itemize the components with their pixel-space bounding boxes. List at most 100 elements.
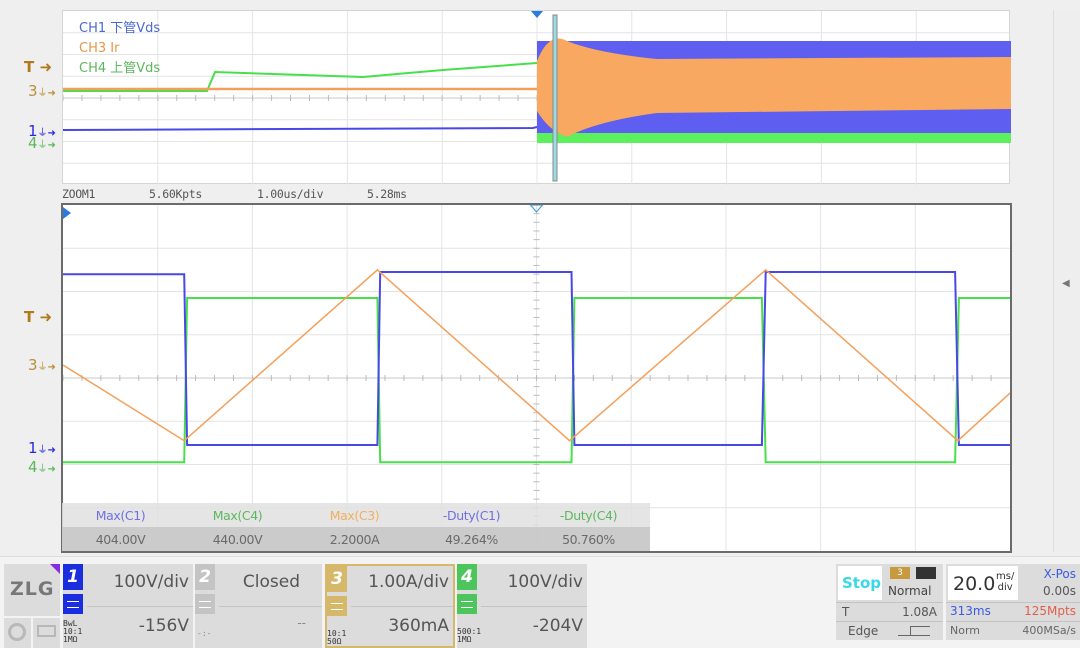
overview-trace-ch1	[63, 126, 538, 131]
ch3-marker-label: 3	[28, 82, 38, 100]
side-panel-collapsed[interactable]: ◀	[1053, 10, 1080, 552]
measurement-label: -Duty(C1)	[442, 507, 501, 523]
channel-1-panel[interactable]: 1 BwL 10:1 1MΩ 100V/div -156V	[63, 564, 193, 648]
measurement-value: 2.2000A	[329, 531, 380, 547]
measurement-label: Max(C3)	[329, 507, 380, 523]
measurement-value: 404.00V	[95, 531, 146, 547]
legend-ch4: CH4 上管Vds	[79, 61, 161, 76]
trigger-marker-label: T	[24, 308, 35, 326]
ch4-number: 4	[457, 564, 477, 590]
zoom-name: ZOOM1	[62, 187, 96, 201]
ground-arrow-icon: ⏚➜	[37, 88, 56, 99]
rising-edge-icon	[898, 626, 930, 636]
probe-impedance: 1MΩ	[457, 635, 472, 644]
ch3-offset[interactable]: 360mA	[388, 616, 449, 636]
divider	[946, 621, 1080, 622]
ch1-ground-marker[interactable]: 1⏚➜	[28, 439, 56, 457]
gesture-toggle-button[interactable]	[33, 618, 60, 648]
zoom-points: 5.60Kpts	[149, 187, 202, 201]
divider	[836, 602, 943, 603]
overview-plot	[63, 11, 1011, 185]
legend-ch3: CH3 Ir	[79, 41, 120, 56]
ch4-scale[interactable]: 100V/div	[508, 572, 583, 592]
trigger-panel[interactable]: Stop 3 Normal T 1.08A Edge	[836, 564, 943, 640]
timebase-value: 20.0	[953, 573, 996, 595]
ch3-scale[interactable]: 1.00A/div	[368, 572, 449, 592]
ch1-scale[interactable]: 100V/div	[114, 572, 189, 592]
ch2-scale[interactable]: Closed	[243, 572, 300, 592]
ch1-marker-label: 1	[28, 439, 38, 457]
divider	[481, 606, 587, 607]
trigger-level-marker[interactable]: T ➜	[24, 308, 52, 326]
ch4-probe-info: 500:1 1MΩ	[457, 628, 481, 644]
timebase-unit: ms/div	[996, 571, 1014, 593]
zoom-position: 5.28ms	[367, 187, 407, 201]
arrow-right-icon: ➜	[39, 308, 53, 326]
zoom-timebase: 1.00us/div	[257, 187, 324, 201]
zoom-plot	[63, 205, 1010, 551]
channel-3-panel[interactable]: 3 10:1 50Ω 1.00A/div 360mA	[325, 564, 455, 648]
trigger-source: 3	[890, 567, 910, 579]
measurement-value: 440.00V	[212, 531, 263, 547]
coupling-icon	[195, 594, 215, 614]
dc-coupling-icon	[327, 596, 347, 616]
overview-trigger-marker	[531, 11, 543, 18]
channel-2-panel[interactable]: 2 -:- Closed --	[195, 564, 322, 648]
timebase-unit-top: ms/	[996, 571, 1015, 582]
ch3-number: 3	[327, 566, 347, 592]
measurement-table[interactable]: Max(C1) Max(C4) Max(C3) -Duty(C1) -Duty(…	[62, 503, 650, 551]
xpos-value[interactable]: 0.00s	[1043, 584, 1076, 598]
ch3-ground-marker[interactable]: 3⏚➜	[28, 356, 56, 374]
ch4-marker-label: 4	[28, 458, 38, 476]
ch4-ground-marker[interactable]: 4⏚➜	[28, 458, 56, 476]
ch1-probe-info: BwL 10:1 1MΩ	[63, 620, 82, 644]
divider	[87, 606, 193, 607]
probe-impedance: 1MΩ	[63, 635, 78, 644]
divider	[946, 602, 1080, 603]
ch1-offset[interactable]: -156V	[139, 616, 189, 636]
trigger-marker-label: T	[24, 58, 35, 76]
measurement-value: 49.264%	[445, 531, 498, 547]
ground-arrow-icon: ⏚➜	[37, 362, 56, 373]
measurement-label: Max(C1)	[95, 507, 146, 523]
divider	[219, 606, 322, 607]
divider	[836, 621, 943, 622]
divider	[351, 606, 453, 607]
ch2-probe-info: -:-	[197, 629, 212, 638]
ground-arrow-icon: ⏚➜	[37, 445, 56, 456]
trigger-level-marker-overview[interactable]: T ➜	[24, 58, 52, 76]
ch4-ground-marker-overview[interactable]: 4⏚➜	[28, 134, 56, 152]
ch3-marker-label: 3	[28, 356, 38, 374]
ch2-number: 2	[195, 564, 215, 590]
channel-4-panel[interactable]: 4 500:1 1MΩ 100V/div -204V	[457, 564, 587, 648]
channel-legend: CH1 下管Vds CH3 Ir CH4 上管Vds	[79, 19, 160, 79]
arrow-right-icon: ➜	[39, 58, 53, 76]
legend-ch1: CH1 下管Vds	[79, 21, 161, 36]
trigger-type: Edge	[848, 624, 879, 638]
overview-waveform-panel[interactable]: CH1 下管Vds CH3 Ir CH4 上管Vds	[62, 10, 1011, 185]
ch2-offset[interactable]: --	[297, 616, 306, 630]
trigger-level: 1.08A	[902, 605, 937, 619]
zoom-waveform-panel[interactable]	[61, 203, 1012, 553]
gesture-icon	[37, 625, 56, 637]
brand-logo-button[interactable]: ZLG	[4, 564, 60, 616]
run-stop-button[interactable]: Stop	[838, 566, 882, 600]
trigger-level-label: T	[842, 605, 850, 619]
ch4-marker-label: 4	[28, 134, 38, 152]
touch-toggle-button[interactable]	[4, 618, 31, 648]
xpos-label: X-Pos	[1043, 567, 1076, 581]
acquisition-mode: Norm	[950, 624, 981, 637]
dc-coupling-icon	[63, 594, 83, 614]
zoom-window-marker	[552, 14, 558, 182]
timebase-scale-button[interactable]: 20.0 ms/div	[948, 566, 1018, 600]
ground-arrow-icon: ⏚➜	[37, 464, 56, 475]
timebase-panel[interactable]: 20.0 ms/div X-Pos 0.00s 313ms 125Mpts No…	[946, 564, 1080, 640]
sample-rate: 400MSa/s	[1022, 624, 1076, 637]
expand-panel-icon[interactable]: ◀	[1062, 278, 1070, 289]
dc-coupling-icon	[457, 594, 477, 614]
ch3-ground-marker-overview[interactable]: 3⏚➜	[28, 82, 56, 100]
touch-icon	[8, 623, 26, 641]
ch4-offset[interactable]: -204V	[533, 616, 583, 636]
measurement-header-row: Max(C1) Max(C4) Max(C3) -Duty(C1) -Duty(…	[62, 503, 650, 527]
memory-depth: 125Mpts	[1024, 604, 1076, 618]
